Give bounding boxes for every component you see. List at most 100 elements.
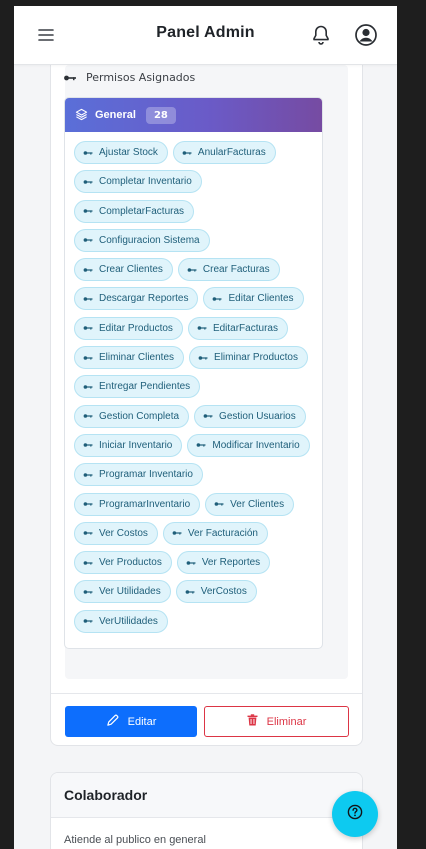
permission-chip-label: VerCostos: [200, 586, 247, 598]
key-icon: [186, 560, 196, 566]
role-card-title: Colaborador: [51, 773, 362, 818]
key-icon: [83, 179, 93, 185]
permission-chip[interactable]: Ver Costos: [74, 521, 158, 545]
permission-chip[interactable]: Modificar Inventario: [187, 433, 310, 457]
key-icon: [83, 296, 93, 302]
permission-chip[interactable]: Ver Clientes: [205, 492, 295, 516]
key-icon: [185, 589, 195, 595]
permission-group-card: General 28 Ajustar Stock AnularFacturas Co…: [64, 97, 323, 649]
role-card-description: Atiende al publico en general: [64, 834, 206, 846]
permission-chip-label: AnularFacturas: [197, 147, 266, 158]
permission-chip[interactable]: Ver Productos: [74, 551, 172, 575]
key-icon: [83, 589, 93, 595]
delete-button[interactable]: Eliminar: [204, 706, 349, 737]
key-icon: [197, 325, 207, 331]
card-divider: [51, 693, 362, 694]
permission-chip[interactable]: Crear Clientes: [74, 258, 173, 282]
page-title: Panel Admin: [156, 24, 255, 41]
key-icon: [196, 442, 206, 448]
pencil-icon: [106, 714, 119, 730]
permission-chip[interactable]: Ver Reportes: [176, 551, 271, 575]
key-icon: [63, 74, 77, 82]
permission-chip[interactable]: Programar Inventario: [74, 463, 203, 487]
permission-chip-label: Ver Costos: [99, 527, 148, 539]
permission-chip[interactable]: ProgramarInventario: [74, 492, 201, 516]
key-icon: [203, 413, 213, 419]
key-icon: [83, 560, 93, 566]
help-button[interactable]: [332, 791, 378, 837]
key-icon: [182, 150, 192, 156]
permission-chip-label: Ver Utilidades: [99, 586, 161, 598]
permission-chip[interactable]: Crear Facturas: [177, 258, 280, 282]
permission-chip-label: Descargar Reportes: [99, 293, 189, 305]
key-icon: [83, 618, 93, 624]
permission-chip[interactable]: Eliminar Productos: [189, 346, 308, 370]
permission-chip[interactable]: AnularFacturas: [172, 141, 276, 164]
permission-chip[interactable]: Completar Inventario: [74, 170, 202, 194]
permission-chip-list: Ajustar Stock AnularFacturas Completar Inv…: [65, 132, 322, 633]
key-icon: [214, 501, 224, 507]
key-icon: [83, 208, 93, 214]
permission-chip[interactable]: Iniciar Inventario: [74, 433, 183, 457]
key-icon: [198, 355, 208, 361]
question-circle-icon: [347, 804, 363, 824]
user-circle-icon[interactable]: [353, 22, 379, 48]
permission-chip-label: ProgramarInventario: [99, 498, 191, 510]
permission-chip-label: Gestion Completa: [99, 410, 180, 422]
edit-button[interactable]: Editar: [65, 706, 197, 737]
permission-chip-label: Crear Clientes: [99, 264, 163, 276]
role-card-collaborator: Colaborador Atiende al publico en genera…: [50, 772, 363, 849]
key-icon: [83, 472, 93, 478]
permission-chip[interactable]: CompletarFacturas: [74, 199, 195, 223]
permission-chip[interactable]: Editar Clientes: [203, 287, 304, 311]
permission-chip-label: Eliminar Clientes: [99, 352, 175, 364]
key-icon: [83, 325, 93, 331]
permission-chip[interactable]: EditarFacturas: [187, 316, 288, 340]
permission-chip-label: Modificar Inventario: [212, 439, 300, 451]
permission-chip[interactable]: Configuracion Sistema: [74, 228, 210, 252]
permission-count-badge: 28: [145, 106, 176, 124]
permission-chip[interactable]: VerCostos: [175, 580, 257, 604]
key-icon: [212, 296, 222, 302]
key-icon: [83, 530, 93, 536]
key-icon: [83, 413, 93, 419]
key-icon: [172, 530, 182, 536]
permission-chip[interactable]: Gestion Usuarios: [194, 404, 306, 428]
permission-chip[interactable]: Ajustar Stock: [74, 141, 168, 164]
delete-button-label: Eliminar: [266, 715, 307, 728]
key-icon: [83, 237, 93, 243]
permission-chip-label: CompletarFacturas: [99, 205, 185, 217]
permission-chip-label: EditarFacturas: [212, 322, 278, 334]
permission-chip-label: Eliminar Productos: [214, 352, 298, 364]
permission-chip[interactable]: VerUtilidades: [74, 609, 168, 633]
permission-chip[interactable]: Descargar Reportes: [74, 287, 199, 311]
permission-chip-label: Programar Inventario: [99, 469, 193, 481]
permissions-label: Permisos Asignados: [86, 71, 196, 84]
permission-chip[interactable]: Editar Productos: [74, 316, 183, 340]
permission-chip-label: Editar Productos: [99, 322, 173, 334]
permission-chip-label: Ver Reportes: [201, 557, 261, 569]
permissions-header: Permisos Asignados: [63, 71, 195, 84]
permission-chip[interactable]: Eliminar Clientes: [74, 346, 185, 370]
permission-chip[interactable]: Ver Facturación: [162, 521, 268, 545]
edit-button-label: Editar: [127, 715, 157, 728]
permission-chip-label: VerUtilidades: [99, 615, 158, 627]
role-card: Permisos Asignados General 28 Ajustar St…: [50, 36, 363, 746]
bell-icon[interactable]: [309, 23, 333, 47]
permission-chip[interactable]: Gestion Completa: [74, 404, 190, 428]
permission-chip-label: Ver Productos: [99, 557, 162, 569]
permission-group-name: General: [95, 109, 136, 121]
key-icon: [83, 150, 93, 156]
layers-icon: [75, 106, 88, 125]
permission-group-header: General 28: [65, 98, 322, 132]
permission-chip-label: Editar Clientes: [228, 293, 294, 305]
permission-chip-label: Ver Clientes: [230, 498, 285, 510]
key-icon: [83, 355, 93, 361]
key-icon: [83, 442, 93, 448]
permission-chip[interactable]: Entregar Pendientes: [74, 375, 201, 399]
key-icon: [83, 384, 93, 390]
permission-chip-label: Ajustar Stock: [99, 147, 158, 158]
permission-chip-label: Configuracion Sistema: [99, 234, 200, 246]
app-viewport: Panel Admin Permisos Asignados General 2…: [14, 6, 397, 849]
permission-chip[interactable]: Ver Utilidades: [74, 580, 171, 604]
